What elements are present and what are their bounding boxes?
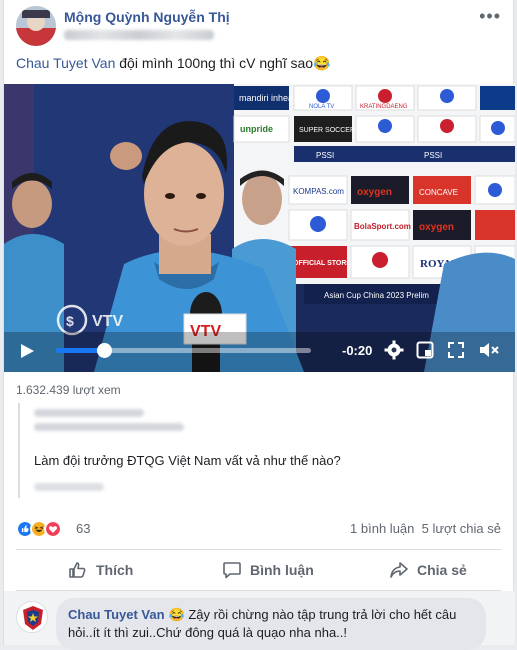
comment-share-counts: 1 bình luận 5 lượt chia sẻ — [350, 521, 501, 536]
like-button[interactable]: Thích — [68, 553, 133, 587]
view-count: 1.632.439 lượt xem — [16, 383, 121, 397]
post-stats: 63 1 bình luận 5 lượt chia sẻ — [16, 518, 501, 540]
sponsor-pssi-1: PSSI — [316, 151, 334, 160]
sponsor-oxygen-2: oxygen — [419, 222, 454, 233]
post-card: Mộng Quỳnh Nguyễn Thị ••• Chau Tuyet Van… — [3, 0, 515, 650]
sponsor-kratingdaeng: KRATINGDAENG — [360, 104, 408, 110]
share-button[interactable]: Chia sẻ — [389, 553, 467, 587]
quoted-footer-blurred — [34, 483, 104, 491]
commenter-name[interactable]: Chau Tuyet Van — [68, 607, 165, 622]
more-options-icon[interactable]: ••• — [479, 6, 501, 27]
share-count[interactable]: 5 lượt chia sẻ — [422, 521, 501, 536]
share-label: Chia sẻ — [417, 562, 467, 578]
vtv-watermark: VTV — [92, 313, 123, 330]
author-name[interactable]: Mộng Quỳnh Nguyễn Thị — [64, 9, 230, 25]
reaction-count[interactable]: 63 — [76, 521, 90, 536]
sponsor-mandiri: mandiri inhealth — [239, 93, 303, 103]
thumbs-up-icon — [69, 562, 86, 578]
sponsor-kompas: KOMPAS.com — [293, 187, 344, 196]
video-time-remaining: -0:20 — [342, 343, 373, 358]
sponsor-oxygen: oxygen — [357, 187, 392, 198]
quoted-post[interactable]: Làm đội trưởng ĐTQG Việt Nam vất vả như … — [18, 403, 502, 498]
post-caption: Chau Tuyet Van đội mình 100ng thì cV ngh… — [16, 54, 501, 72]
caption-mention[interactable]: Chau Tuyet Van — [16, 55, 115, 71]
post-header: Mộng Quỳnh Nguyễn Thị ••• — [16, 6, 501, 46]
quoted-text: Làm đội trưởng ĐTQG Việt Nam vất vả như … — [34, 453, 341, 468]
settings-gear-icon[interactable] — [384, 340, 404, 360]
commenter-avatar[interactable] — [16, 601, 48, 633]
comment-button[interactable]: Bình luận — [222, 553, 314, 587]
caption-text: đội mình 100ng thì cV nghĩ sao😂 — [115, 55, 331, 71]
post-actions: Thích Bình luận Chia sẻ — [16, 553, 501, 587]
svg-text:$: $ — [66, 313, 74, 329]
sponsor-officialstore: OFFICIAL STORE — [293, 260, 351, 267]
comment-count[interactable]: 1 bình luận — [350, 521, 414, 536]
author-avatar[interactable] — [16, 6, 56, 46]
comments-section: Chau Tuyet Van 😂 Zậy rồi chừng nào tập tr… — [4, 591, 515, 650]
quoted-meta-blurred — [34, 423, 184, 431]
event-banner: Asian Cup China 2023 Prelim — [324, 291, 429, 300]
post-timestamp-blurred — [64, 30, 214, 40]
sponsor-bolasport: BolaSport.com — [354, 222, 411, 231]
comment-icon — [223, 562, 241, 579]
sponsor-unpride: unpride — [240, 124, 273, 134]
fullscreen-icon[interactable] — [447, 341, 465, 359]
sponsor-pssi-2: PSSI — [424, 151, 442, 160]
share-icon — [390, 562, 408, 578]
video-player[interactable]: mandiri inhealth NOLA TV KRATINGDAENG un… — [4, 84, 515, 372]
comment-bubble: Chau Tuyet Van 😂 Zậy rồi chừng nào tập tr… — [56, 598, 486, 650]
reaction-icons[interactable] — [16, 520, 76, 538]
like-label: Thích — [96, 562, 134, 578]
love-reaction-icon — [44, 520, 62, 538]
video-progress-track[interactable] — [56, 343, 311, 358]
divider — [16, 549, 501, 550]
miniplayer-icon[interactable] — [416, 341, 434, 359]
comment-label: Bình luận — [250, 562, 314, 578]
video-frame: mandiri inhealth NOLA TV KRATINGDAENG un… — [4, 84, 515, 372]
play-icon[interactable] — [18, 342, 36, 360]
mute-icon[interactable] — [478, 340, 500, 360]
quoted-author-blurred — [34, 409, 144, 417]
sponsor-nola: NOLA TV — [309, 104, 334, 110]
sponsor-concave: CONCAVE — [419, 188, 458, 197]
sponsor-supersoccer: SUPER SOCCER — [299, 127, 355, 134]
